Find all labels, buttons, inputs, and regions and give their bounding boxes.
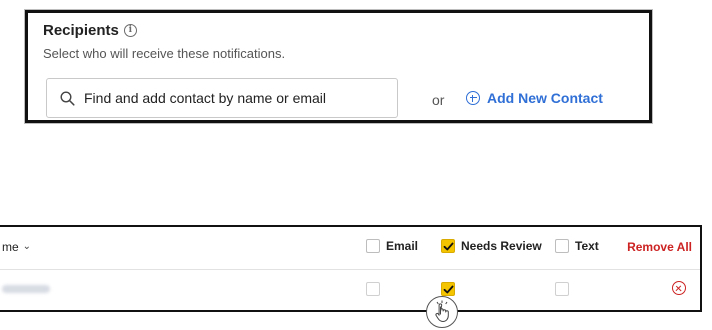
needs-review-all-checkbox[interactable] <box>441 239 455 253</box>
recipients-title: Recipients <box>43 22 119 39</box>
needs-review-all-toggle[interactable]: Needs Review <box>441 239 542 253</box>
search-placeholder: Find and add contact by name or email <box>84 90 327 106</box>
checkmark-icon <box>443 285 454 294</box>
row-email-checkbox[interactable] <box>366 282 380 296</box>
table-header-row: me ⌄ Email Needs Review Text Remove All <box>0 227 700 270</box>
add-new-contact-button[interactable]: Add New Contact <box>466 90 603 106</box>
recipients-subtitle: Select who will receive these notificati… <box>43 46 286 61</box>
remove-all-button[interactable]: Remove All <box>627 240 692 254</box>
or-separator: or <box>432 92 445 108</box>
add-new-contact-label: Add New Contact <box>487 90 603 106</box>
name-sort-header[interactable]: me ⌄ <box>2 240 31 254</box>
plus-circle-icon <box>466 91 480 105</box>
row-text-checkbox[interactable] <box>555 282 569 296</box>
table-row <box>0 270 700 310</box>
contacts-table: me ⌄ Email Needs Review Text Remove All <box>0 225 702 312</box>
email-header-label: Email <box>386 239 419 253</box>
remove-circle-icon[interactable] <box>672 281 686 295</box>
text-header-label: Text <box>575 239 599 253</box>
contact-name-redacted <box>2 285 50 293</box>
contact-search-input[interactable]: Find and add contact by name or email <box>46 78 398 118</box>
pointer-hand-icon <box>426 296 458 328</box>
row-needs-review-checkbox[interactable] <box>441 282 455 296</box>
needs-review-header-label: Needs Review <box>461 239 542 253</box>
text-all-checkbox[interactable] <box>555 239 569 253</box>
chevron-down-icon: ⌄ <box>22 240 32 252</box>
info-icon[interactable]: i <box>123 24 137 37</box>
email-all-toggle[interactable]: Email <box>366 239 418 253</box>
recipients-panel: Recipients i Select who will receive the… <box>25 10 652 123</box>
email-all-checkbox[interactable] <box>366 239 380 253</box>
text-all-toggle[interactable]: Text <box>555 239 599 253</box>
recipients-title-row: Recipients i <box>43 22 137 39</box>
name-header-label: me <box>2 240 19 254</box>
checkmark-icon <box>443 242 454 251</box>
search-icon <box>60 90 75 106</box>
